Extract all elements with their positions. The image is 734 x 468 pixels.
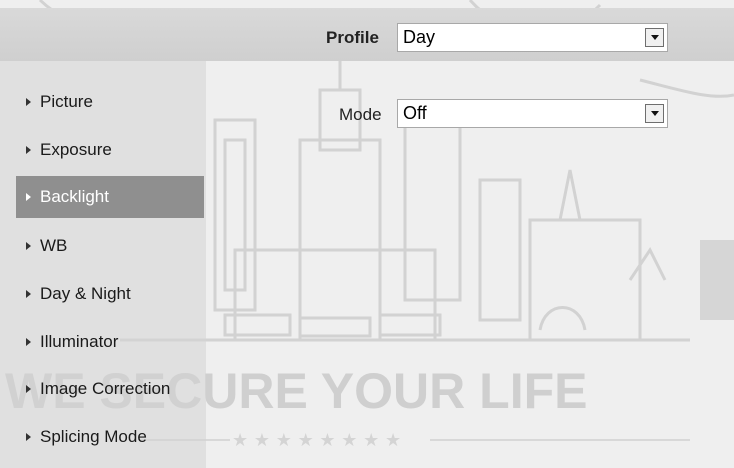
mode-select-value: Off — [403, 103, 427, 123]
chevron-down-icon[interactable] — [645, 28, 664, 47]
sidebar-item-label: Backlight — [40, 187, 109, 206]
caret-right-icon — [26, 146, 31, 154]
sidebar-item-wb[interactable]: WB — [16, 225, 204, 267]
sidebar-item-day-night[interactable]: Day & Night — [16, 273, 204, 315]
caret-right-icon — [26, 290, 31, 298]
caret-right-icon — [26, 385, 31, 393]
caret-right-icon — [26, 193, 31, 201]
mode-label: Mode — [339, 105, 382, 124]
caret-right-icon — [26, 338, 31, 346]
sidebar-item-picture[interactable]: Picture — [16, 81, 204, 123]
profile-select-value: Day — [403, 27, 436, 47]
sidebar-item-backlight[interactable]: Backlight — [16, 176, 204, 218]
sidebar-item-label: Illuminator — [40, 332, 119, 351]
chevron-down-icon[interactable] — [645, 104, 664, 123]
svg-text:★ ★ ★ ★ ★ ★ ★ ★: ★ ★ ★ ★ ★ ★ ★ ★ — [232, 430, 401, 451]
sidebar-item-label: Splicing Mode — [40, 427, 147, 446]
sidebar-item-exposure[interactable]: Exposure — [16, 129, 204, 171]
sidebar-item-label: Image Correction — [40, 379, 171, 398]
caret-right-icon — [26, 242, 31, 250]
profile-select[interactable]: Day — [397, 23, 668, 52]
sidebar-item-image-correction[interactable]: Image Correction — [16, 368, 204, 410]
caret-right-icon — [26, 433, 31, 441]
mode-select[interactable]: Off — [397, 99, 668, 128]
sidebar-item-splicing-mode[interactable]: Splicing Mode — [16, 416, 204, 458]
sidebar-item-label: Day & Night — [40, 284, 131, 303]
profile-label: Profile — [326, 28, 379, 47]
sidebar-item-label: WB — [40, 236, 68, 255]
caret-right-icon — [26, 98, 31, 106]
sidebar-item-label: Exposure — [40, 140, 112, 159]
sidebar: Picture Exposure Backlight WB Day & Nigh… — [0, 61, 206, 468]
sidebar-item-illuminator[interactable]: Illuminator — [16, 321, 204, 363]
sidebar-item-label: Picture — [40, 92, 93, 111]
